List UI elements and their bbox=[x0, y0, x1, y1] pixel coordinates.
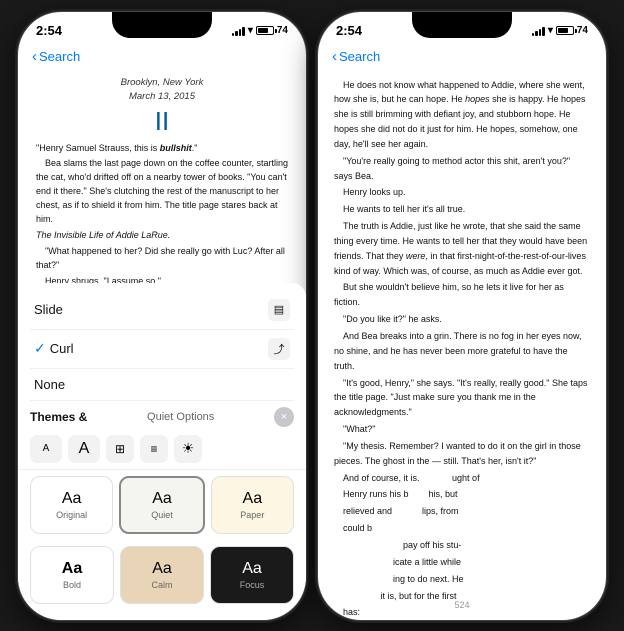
battery-icon bbox=[256, 26, 274, 35]
slide-menu-item-none[interactable]: None bbox=[30, 369, 294, 401]
back-button-left[interactable]: ‹ Search bbox=[32, 49, 80, 65]
right-para-9: "It's good, Henry," she says. "It's real… bbox=[334, 376, 590, 421]
slide-panel: Slide ▤ ✓ Curl ⤴ None bbox=[18, 283, 306, 620]
theme-focus-label: Focus bbox=[240, 580, 265, 590]
theme-bold-label: Bold bbox=[63, 580, 81, 590]
theme-focus-card[interactable]: Aa Focus bbox=[210, 546, 294, 604]
check-icon: ✓ bbox=[34, 340, 46, 357]
right-para-7: "Do you like it?" he asks. bbox=[334, 312, 590, 327]
right-para-12: And of course, it is. ught of bbox=[334, 471, 590, 486]
right-para-13: Henry runs his b his, but bbox=[334, 487, 590, 502]
phones-container: 2:54 ▾ 74 ‹ Search bbox=[17, 11, 607, 621]
slide-menu-item-slide[interactable]: Slide ▤ bbox=[30, 291, 294, 330]
theme-paper-label: Paper bbox=[240, 510, 264, 520]
slide-icon: ▤ bbox=[268, 299, 290, 321]
layout-button[interactable]: ≡ bbox=[140, 435, 168, 463]
para-4: "What happened to her? Did she really go… bbox=[36, 245, 288, 273]
right-para-10: "What?" bbox=[334, 422, 590, 437]
para-3: The Invisible Life of Addie LaRue. bbox=[36, 229, 288, 243]
battery-fill-right bbox=[558, 28, 568, 33]
battery-fill bbox=[258, 28, 268, 33]
font-controls: A A ⊞ ≡ ☀ bbox=[18, 431, 306, 470]
right-para-3: Henry looks up. bbox=[334, 185, 590, 200]
theme-calm-aa: Aa bbox=[152, 560, 172, 578]
left-phone: 2:54 ▾ 74 ‹ Search bbox=[17, 11, 307, 621]
curl-icon: ⤴ bbox=[268, 338, 290, 360]
theme-paper-aa: Aa bbox=[243, 490, 263, 508]
right-para-16: pay off his stu- bbox=[334, 538, 590, 553]
battery-pct-right: 74 bbox=[577, 25, 588, 36]
none-item-label: None bbox=[34, 377, 65, 392]
theme-focus-aa: Aa bbox=[242, 560, 262, 578]
para-1: "Henry Samuel Strauss, this is bullshit.… bbox=[36, 142, 288, 156]
themes-header: Themes & Quiet Options × bbox=[30, 407, 294, 427]
right-para-1: He does not know what happened to Addie,… bbox=[334, 78, 590, 152]
book-date: March 13, 2015 bbox=[36, 90, 288, 105]
curl-item-label: Curl bbox=[50, 341, 74, 356]
wifi-icon-right: ▾ bbox=[548, 25, 553, 36]
right-para-6: But she wouldn't believe him, so he lets… bbox=[334, 280, 590, 310]
para-2: Bea slams the last page down on the coff… bbox=[36, 157, 288, 227]
status-icons-left: ▾ 74 bbox=[232, 25, 288, 36]
status-icons-right: ▾ 74 bbox=[532, 25, 588, 36]
font-style-button[interactable]: ⊞ bbox=[106, 435, 134, 463]
battery-icon-right bbox=[556, 26, 574, 35]
theme-original-aa: Aa bbox=[62, 490, 82, 508]
font-decrease-button[interactable]: A bbox=[30, 435, 62, 463]
time-left: 2:54 bbox=[36, 23, 62, 38]
curl-item-right: ⤴ bbox=[268, 338, 290, 360]
brightness-button[interactable]: ☀ bbox=[174, 435, 202, 463]
back-button-right[interactable]: ‹ Search bbox=[332, 49, 380, 65]
time-right: 2:54 bbox=[336, 23, 362, 38]
wifi-icon: ▾ bbox=[248, 25, 253, 36]
theme-quiet-label: Quiet bbox=[151, 510, 173, 520]
right-para-18: ing to do next. He bbox=[334, 572, 590, 587]
page-number: 524 bbox=[318, 600, 606, 610]
theme-bold-card[interactable]: Aa Bold bbox=[30, 546, 114, 604]
book-header: Brooklyn, New York March 13, 2015 II bbox=[36, 76, 288, 136]
book-content-right: He does not know what happened to Addie,… bbox=[318, 72, 606, 621]
back-label-right: Search bbox=[339, 49, 380, 64]
slide-menu-item-curl[interactable]: ✓ Curl ⤴ bbox=[30, 330, 294, 369]
signal-icon-right bbox=[532, 26, 545, 36]
theme-original-label: Original bbox=[56, 510, 87, 520]
right-para-8: And Bea breaks into a grin. There is no … bbox=[334, 329, 590, 374]
font-increase-button[interactable]: A bbox=[68, 435, 100, 463]
right-para-15: could b bbox=[334, 521, 590, 536]
themes-quiet: Quiet Options bbox=[147, 411, 214, 423]
back-label-left: Search bbox=[39, 49, 80, 64]
nav-bar-right: ‹ Search bbox=[318, 44, 606, 72]
notch-left bbox=[112, 12, 212, 38]
right-para-5: The truth is Addie, just like he wrote, … bbox=[334, 219, 590, 278]
themes-section: Themes & Quiet Options × bbox=[18, 401, 306, 427]
right-phone: 2:54 ▾ 74 ‹ Search bbox=[317, 11, 607, 621]
signal-icon bbox=[232, 26, 245, 36]
right-para-17: icate a little while bbox=[334, 555, 590, 570]
theme-bold-aa: Aa bbox=[62, 560, 82, 578]
slide-menu: Slide ▤ ✓ Curl ⤴ None bbox=[18, 291, 306, 401]
slide-item-right: ▤ bbox=[268, 299, 290, 321]
theme-original-card[interactable]: Aa Original bbox=[30, 476, 113, 534]
book-location: Brooklyn, New York bbox=[36, 76, 288, 91]
nav-bar-left: ‹ Search bbox=[18, 44, 306, 72]
theme-cards-row1: Aa Original Aa Quiet Aa Paper bbox=[18, 470, 306, 540]
theme-calm-label: Calm bbox=[151, 580, 172, 590]
notch-right bbox=[412, 12, 512, 38]
battery-pct: 74 bbox=[277, 25, 288, 36]
back-chevron-left: ‹ bbox=[32, 48, 37, 65]
close-button[interactable]: × bbox=[274, 407, 294, 427]
right-para-11: "My thesis. Remember? I wanted to do it … bbox=[334, 439, 590, 469]
right-para-14: relieved and lips, from bbox=[334, 504, 590, 519]
theme-paper-card[interactable]: Aa Paper bbox=[211, 476, 294, 534]
slide-item-label: Slide bbox=[34, 302, 63, 317]
theme-cards-row2: Aa Bold Aa Calm Aa Focus bbox=[18, 540, 306, 610]
theme-quiet-card[interactable]: Aa Quiet bbox=[119, 476, 204, 534]
back-chevron-right: ‹ bbox=[332, 48, 337, 65]
theme-quiet-aa: Aa bbox=[152, 490, 172, 508]
chapter-number: II bbox=[36, 107, 288, 136]
themes-title: Themes & bbox=[30, 410, 87, 424]
right-para-2: "You're really going to method actor thi… bbox=[334, 154, 590, 184]
theme-calm-card[interactable]: Aa Calm bbox=[120, 546, 204, 604]
right-para-4: He wants to tell her it's all true. bbox=[334, 202, 590, 217]
